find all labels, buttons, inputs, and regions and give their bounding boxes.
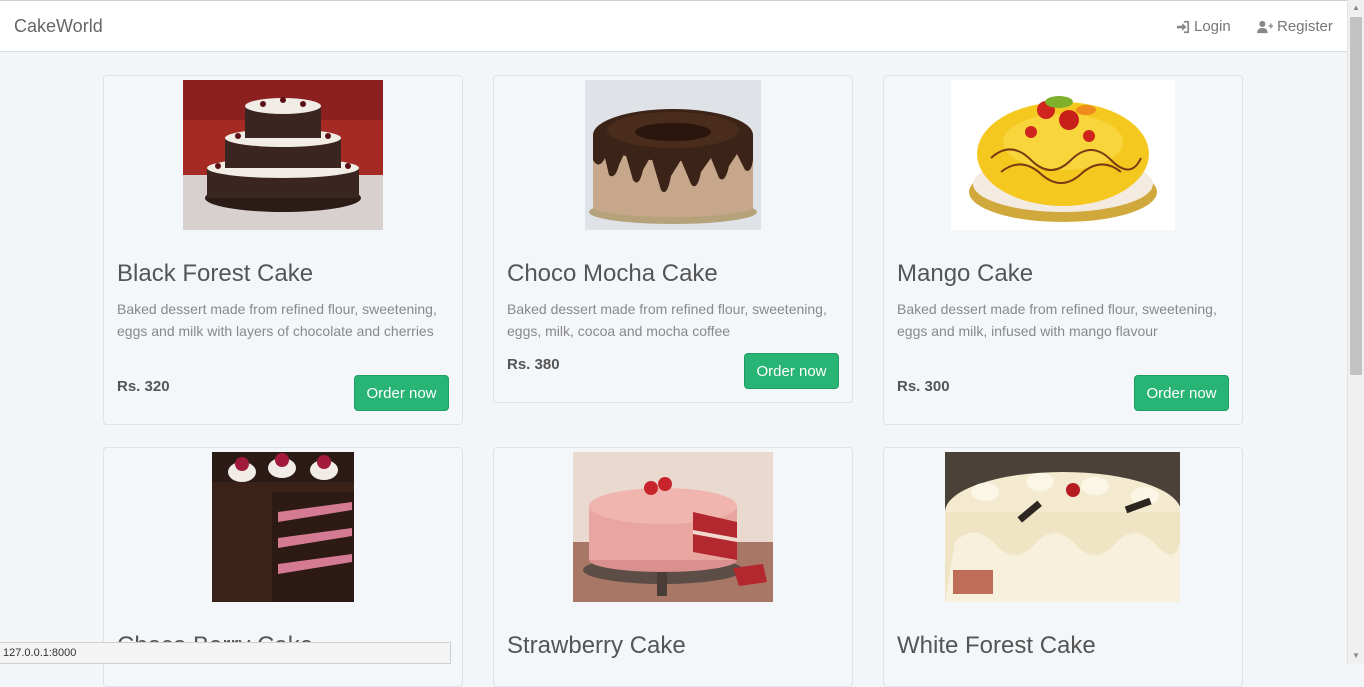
cake-card: Strawberry Cake bbox=[493, 447, 853, 687]
order-now-button[interactable]: Order now bbox=[1134, 375, 1229, 411]
sign-in-icon bbox=[1176, 20, 1190, 33]
scrollbar-thumb[interactable] bbox=[1350, 17, 1362, 375]
cake-title: Choco Mocha Cake bbox=[507, 260, 718, 287]
register-label: Register bbox=[1277, 18, 1333, 35]
cake-price: Rs. 380 bbox=[507, 356, 560, 373]
cake-image bbox=[945, 452, 1180, 602]
register-link[interactable]: Register bbox=[1257, 18, 1333, 35]
vertical-scrollbar[interactable]: ▲ ▼ bbox=[1347, 0, 1364, 664]
cake-card: White Forest Cake bbox=[883, 447, 1243, 687]
cake-title: Strawberry Cake bbox=[507, 632, 686, 659]
navbar: CakeWorld Login Register bbox=[0, 0, 1347, 52]
cake-image bbox=[573, 452, 773, 602]
cake-description: Baked dessert made from refined flour, s… bbox=[897, 301, 1217, 339]
cake-card: Black Forest Cake Baked dessert made fro… bbox=[103, 75, 463, 425]
cake-price: Rs. 320 bbox=[117, 378, 170, 395]
login-label: Login bbox=[1194, 18, 1231, 35]
cake-title: White Forest Cake bbox=[897, 632, 1096, 659]
cake-card: Mango Cake Baked dessert made from refin… bbox=[883, 75, 1243, 425]
cake-title: Mango Cake bbox=[897, 260, 1034, 287]
status-bar-url: 127.0.0.1:8000 bbox=[0, 642, 451, 664]
scroll-up-arrow-icon[interactable]: ▲ bbox=[1348, 0, 1364, 16]
cake-image bbox=[183, 80, 383, 230]
brand-logo[interactable]: CakeWorld bbox=[14, 16, 103, 37]
order-now-button[interactable]: Order now bbox=[744, 353, 839, 389]
scroll-down-arrow-icon[interactable]: ▼ bbox=[1348, 648, 1364, 664]
cake-description: Baked dessert made from refined flour, s… bbox=[117, 301, 437, 339]
order-now-button[interactable]: Order now bbox=[354, 375, 449, 411]
login-link[interactable]: Login bbox=[1176, 18, 1231, 35]
cake-description: Baked dessert made from refined flour, s… bbox=[507, 301, 827, 339]
cake-image bbox=[212, 452, 354, 602]
cake-image bbox=[585, 80, 761, 230]
cake-title: Black Forest Cake bbox=[117, 260, 314, 287]
cake-card: Choco Mocha Cake Baked dessert made from… bbox=[493, 75, 853, 403]
cake-price: Rs. 300 bbox=[897, 378, 950, 395]
user-plus-icon bbox=[1257, 20, 1273, 33]
cake-image bbox=[951, 80, 1175, 230]
